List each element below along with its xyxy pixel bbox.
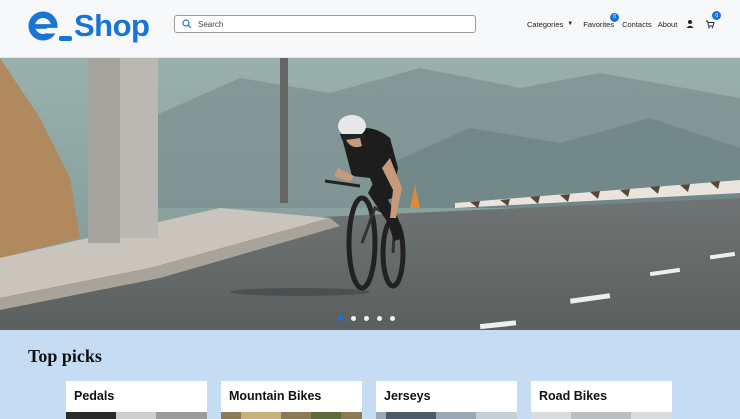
logo-underscore xyxy=(59,35,72,41)
favorites-count-badge: 0 xyxy=(610,12,620,22)
carousel-dot-5[interactable] xyxy=(390,316,395,321)
carousel-dot-1[interactable] xyxy=(338,316,343,321)
nav-categories-label: Categories xyxy=(527,19,564,29)
nav-favorites[interactable]: Favorites 0 xyxy=(583,12,620,29)
search-input[interactable] xyxy=(198,19,458,29)
category-card-label: Mountain Bikes xyxy=(229,389,322,403)
logo-text: Shop xyxy=(74,8,150,43)
carousel-indicators xyxy=(338,316,395,321)
chevron-down-icon: ▼ xyxy=(567,21,574,27)
user-icon xyxy=(686,20,694,28)
hero-image-cyclist xyxy=(0,58,740,330)
category-card-label: Pedals xyxy=(74,389,115,403)
search-bar[interactable] xyxy=(174,15,476,33)
site-header: Shop Categories ▼ Favorites 0 Contacts A… xyxy=(0,0,740,58)
top-picks-title: Top picks xyxy=(28,346,102,366)
nav-categories[interactable]: Categories ▼ xyxy=(527,20,573,29)
cart-count-badge: 0 xyxy=(712,11,722,20)
carousel-dot-4[interactable] xyxy=(377,316,382,321)
category-card-label: Jerseys xyxy=(384,389,431,403)
cart-button[interactable]: 0 xyxy=(705,11,722,29)
nav-contacts-label: Contacts xyxy=(622,19,652,29)
category-card-pedals[interactable]: Pedals xyxy=(66,381,207,419)
carousel-dot-3[interactable] xyxy=(364,316,369,321)
cart-icon xyxy=(706,20,715,29)
carousel-dot-2[interactable] xyxy=(351,316,356,321)
account-button[interactable] xyxy=(685,19,695,29)
main-nav: Categories ▼ Favorites 0 Contacts About … xyxy=(527,11,722,29)
logo-e-mark xyxy=(28,11,58,41)
category-card-image xyxy=(376,412,517,419)
nav-contacts[interactable]: Contacts xyxy=(622,20,652,29)
nav-favorites-label: Favorites xyxy=(583,19,615,29)
nav-about-label: About xyxy=(657,19,678,29)
category-card-image xyxy=(221,412,362,419)
category-card-label: Road Bikes xyxy=(539,389,608,403)
category-card-image xyxy=(531,412,672,419)
hero-carousel[interactable] xyxy=(0,58,740,330)
top-picks-section: Top picks Pedals Mountain Bikes Jerseys … xyxy=(0,330,740,419)
category-card-image xyxy=(66,412,207,419)
search-icon xyxy=(182,19,192,29)
category-card-jerseys[interactable]: Jerseys xyxy=(376,381,517,419)
nav-about[interactable]: About xyxy=(658,20,678,29)
site-logo[interactable]: Shop xyxy=(28,6,150,46)
category-card-road-bikes[interactable]: Road Bikes xyxy=(531,381,672,419)
category-card-mountain-bikes[interactable]: Mountain Bikes xyxy=(221,381,362,419)
